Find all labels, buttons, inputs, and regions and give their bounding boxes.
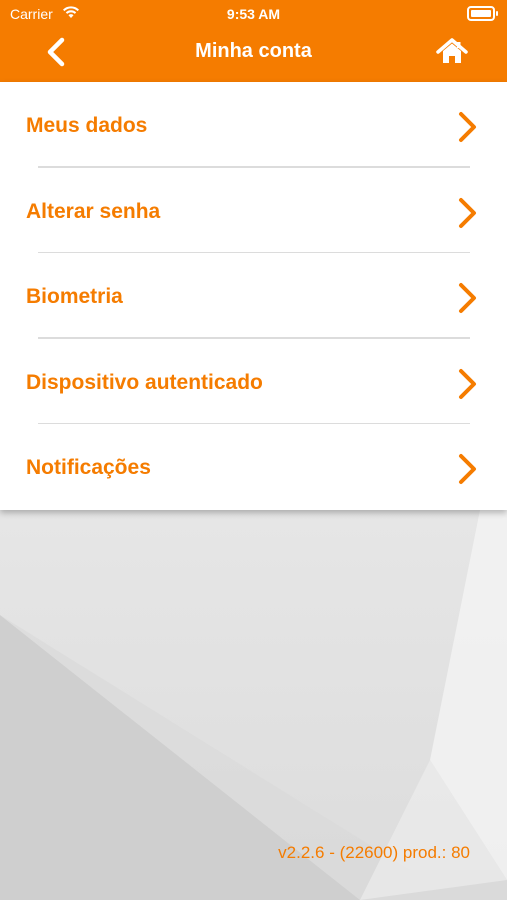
status-bar: Carrier 9:53 AM [0,0,507,28]
menu-item-notificacoes[interactable]: Notificações [0,424,507,510]
chevron-right-icon [456,367,480,406]
menu-item-meus-dados[interactable]: Meus dados [0,82,507,168]
status-time: 9:53 AM [226,6,281,22]
menu-item-label: Dispositivo autenticado [26,370,263,394]
menu-item-alterar-senha[interactable]: Alterar senha [0,168,507,254]
chevron-right-icon [456,110,480,149]
menu-item-label: Meus dados [26,114,148,137]
menu-item-biometria[interactable]: Biometria [0,253,507,339]
menu-item-label: Alterar senha [26,199,161,223]
page-title: Minha conta [195,40,312,62]
app-version: v2.2.6 - (22600) prod.: 80 [278,843,470,862]
menu-item-dispositivo-autenticado[interactable]: Dispositivo autenticado [0,339,507,425]
battery-icon [467,6,498,21]
chevron-right-icon [456,196,480,235]
menu-item-label: Biometria [26,285,123,309]
home-button[interactable] [434,36,470,68]
menu-item-label: Notificações [26,456,151,480]
chevron-right-icon [456,281,480,320]
background-pattern [0,510,507,900]
home-icon [436,38,468,63]
chevron-right-icon [456,452,480,491]
account-menu: Meus dados Alterar senha Biometria Dispo… [0,82,507,510]
navigation-bar: Carrier 9:53 AM Minha conta [0,0,507,82]
